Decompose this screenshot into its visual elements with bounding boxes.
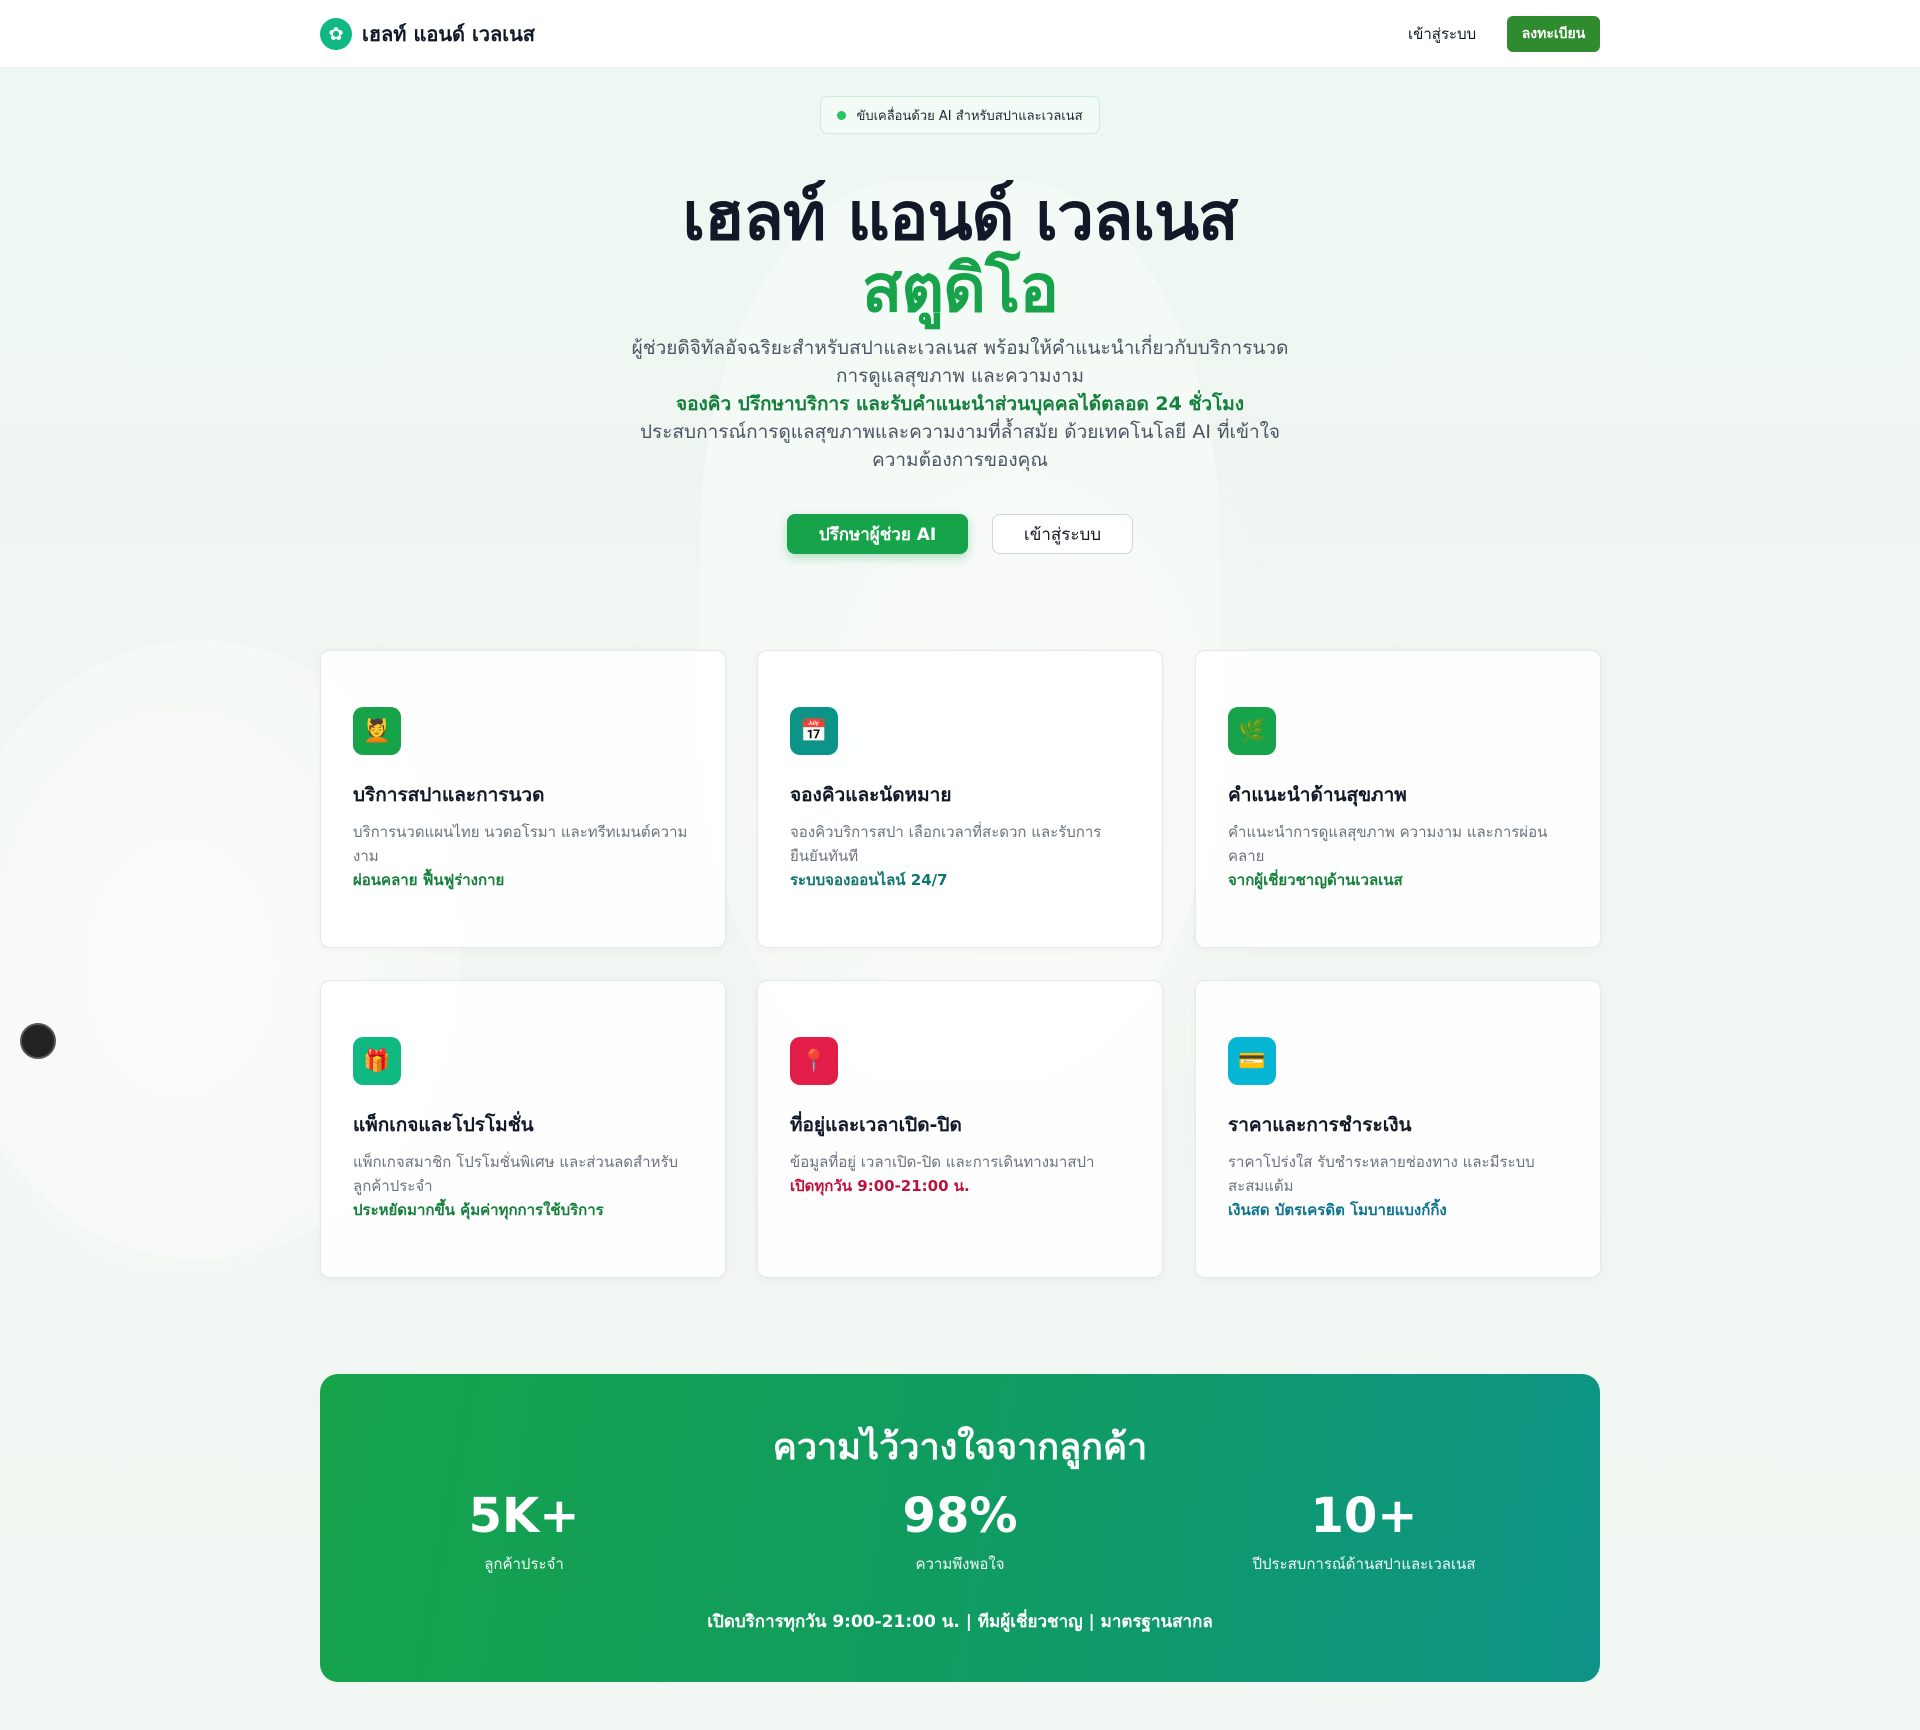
card-title: ที่อยู่และเวลาเปิด-ปิด [790,1114,962,1136]
credit-card-icon: 💳 [1228,1037,1276,1085]
card-title: บริการสปาและการนวด [353,784,545,806]
card-highlight: ประหยัดมากขึ้น คุ้มค่าทุกการใช้บริการ [353,1201,604,1219]
location-pin-icon: 📍 [790,1037,838,1085]
nav-login-button[interactable]: เข้าสู่ระบบ [1408,22,1476,46]
status-dot-icon [837,110,847,120]
card-description: ราคาโปร่งใส รับชำระหลายช่องทาง และมีระบบ… [1228,1150,1568,1222]
card-title: แพ็กเกจและโปรโมชั่น [353,1114,534,1136]
card-highlight: จากผู้เชี่ยวชาญด้านเวลเนส [1228,871,1403,889]
stat-label: ความพึงพอใจ [915,1555,1005,1573]
stat-value: 5K+ [468,1488,580,1544]
card-highlight: ผ่อนคลาย ฟื้นฟูร่างกาย [353,871,505,889]
card-title: คำแนะนำด้านสุขภาพ [1228,784,1407,806]
top-navbar: ✿ เฮลท์ แอนด์ เวลเนส เข้าสู่ระบบ ลงทะเบี… [0,0,1920,68]
nav-register-button[interactable]: ลงทะเบียน [1507,16,1600,52]
card-description: แพ็กเกจสมาชิก โปรโมชั่นพิเศษ และส่วนลดสำ… [353,1150,693,1222]
hero-login-button[interactable]: เข้าสู่ระบบ [992,514,1133,554]
ai-badge: ขับเคลื่อนด้วย AI สำหรับสปาและเวลเนส [820,96,1100,134]
card-title: ราคาและการชำระเงิน [1228,1114,1412,1136]
card-desc-text: ข้อมูลที่อยู่ เวลาเปิด-ปิด และการเดินทาง… [790,1153,1095,1171]
stat-value: 10+ [1310,1488,1418,1544]
card-title: จองคิวและนัดหมาย [790,784,952,806]
feature-card[interactable]: 📍 ที่อยู่และเวลาเปิด-ปิด ข้อมูลที่อยู่ เ… [757,980,1163,1278]
card-description: คำแนะนำการดูแลสุขภาพ ความงาม และการผ่อนค… [1228,820,1568,892]
feature-card[interactable]: 💳 ราคาและการชำระเงิน ราคาโปร่งใส รับชำระ… [1195,980,1601,1278]
herb-icon: 🌿 [1228,707,1276,755]
hero-desc-line2: ประสบการณ์การดูแลสุขภาพและความงามที่ล้ำส… [639,421,1281,471]
card-desc-text: คำแนะนำการดูแลสุขภาพ ความงาม และการผ่อนค… [1228,823,1548,865]
ai-badge-text: ขับเคลื่อนด้วย AI สำหรับสปาและเวลเนส [856,108,1083,124]
hero-title-line2: สตูดิโอ [861,250,1059,327]
consult-ai-button[interactable]: ปรึกษาผู้ช่วย AI [787,514,968,554]
card-description: ข้อมูลที่อยู่ เวลาเปิด-ปิด และการเดินทาง… [790,1150,1130,1198]
card-desc-text: แพ็กเกจสมาชิก โปรโมชั่นพิเศษ และส่วนลดสำ… [353,1153,679,1195]
card-highlight: เปิดทุกวัน 9:00-21:00 น. [790,1177,970,1195]
card-highlight: เงินสด บัตรเครดิต โมบายแบงก์กิ้ง [1228,1201,1447,1219]
brand-name: เฮลท์ แอนด์ เวลเนส [362,22,536,46]
stat-value: 98% [902,1488,1018,1544]
brand[interactable]: ✿ เฮลท์ แอนด์ เวลเนส [320,18,535,50]
lotus-logo-icon: ✿ [320,18,352,50]
trust-stats-panel: ความไว้วางใจจากลูกค้า 5K+ ลูกค้าประจำ 98… [320,1374,1600,1682]
feature-card[interactable]: 🎁 แพ็กเกจและโปรโมชั่น แพ็กเกจสมาชิก โปรโ… [320,980,726,1278]
gift-icon: 🎁 [353,1037,401,1085]
stats-title: ความไว้วางใจจากลูกค้า [772,1427,1148,1468]
hero-description: ผู้ช่วยดิจิทัลอัจฉริยะสำหรับสปาและเวลเนส… [620,334,1300,474]
stat-label: ปีประสบการณ์ด้านสปาและเวลเนส [1252,1555,1476,1573]
card-desc-text: จองคิวบริการสปา เลือกเวลาที่สะดวก และรับ… [790,823,1102,865]
stats-footer: เปิดบริการทุกวัน 9:00-21:00 น. | ทีมผู้เ… [707,1612,1213,1632]
feature-card[interactable]: 📅 จองคิวและนัดหมาย จองคิวบริการสปา เลือก… [757,650,1163,948]
card-highlight: ระบบจองออนไลน์ 24/7 [790,871,948,889]
calendar-icon: 📅 [790,707,838,755]
hero-desc-highlight: จองคิว ปรึกษาบริการ และรับคำแนะนำส่วนบุค… [675,393,1245,415]
stat-satisfaction: 98% ความพึงพอใจ [760,1488,1160,1576]
stat-label: ลูกค้าประจำ [484,1555,564,1573]
stat-customers: 5K+ ลูกค้าประจำ [324,1488,724,1576]
floating-chat-button[interactable] [20,1023,56,1059]
feature-card[interactable]: 🌿 คำแนะนำด้านสุขภาพ คำแนะนำการดูแลสุขภาพ… [1195,650,1601,948]
card-desc-text: ราคาโปร่งใส รับชำระหลายช่องทาง และมีระบบ… [1228,1153,1535,1195]
stat-experience: 10+ ปีประสบการณ์ด้านสปาและเวลเนส [1164,1488,1564,1576]
card-desc-text: บริการนวดแผนไทย นวดอโรมา และทรีทเมนต์ควา… [353,823,688,865]
feature-card[interactable]: 💆 บริการสปาและการนวด บริการนวดแผนไทย นวด… [320,650,726,948]
card-description: บริการนวดแผนไทย นวดอโรมา และทรีทเมนต์ควา… [353,820,693,892]
hero-desc-line1: ผู้ช่วยดิจิทัลอัจฉริยะสำหรับสปาและเวลเนส… [631,337,1289,387]
massage-icon: 💆 [353,707,401,755]
card-description: จองคิวบริการสปา เลือกเวลาที่สะดวก และรับ… [790,820,1130,892]
